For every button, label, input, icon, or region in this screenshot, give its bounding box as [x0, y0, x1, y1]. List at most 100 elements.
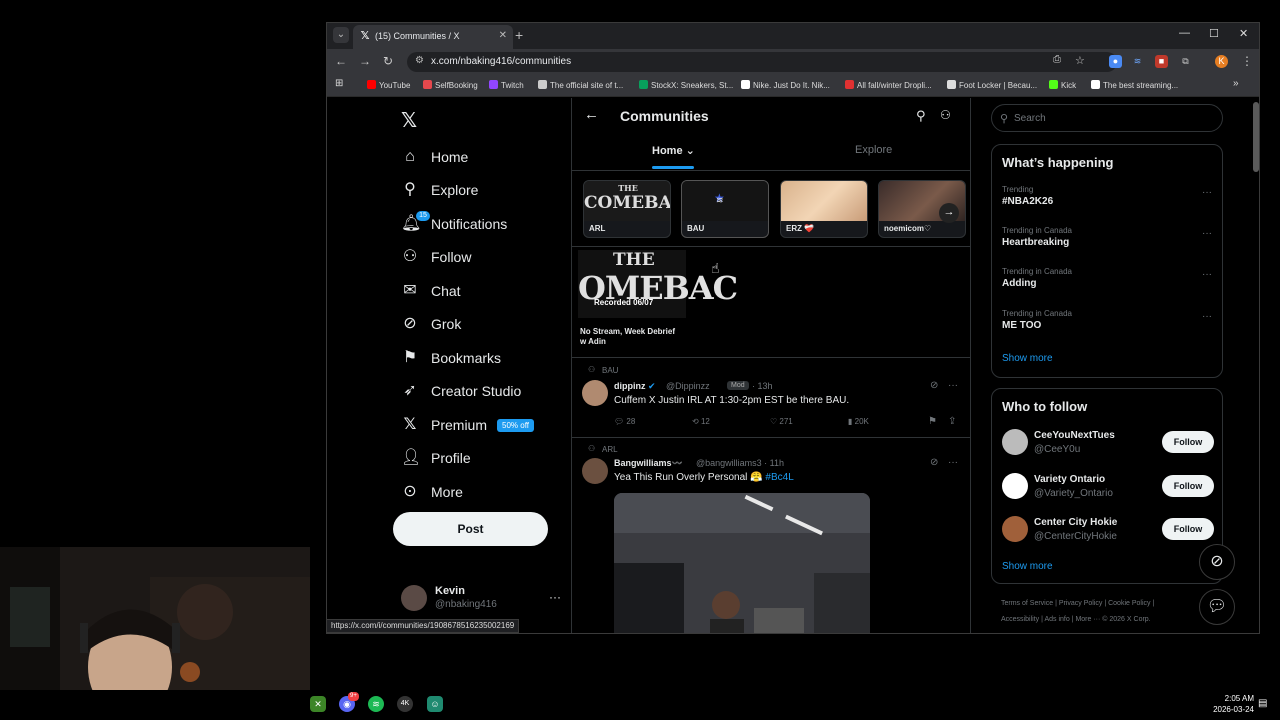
post-author-handle[interactable]: @Dippinzz: [666, 381, 710, 391]
community-card-arl[interactable]: THE COMEBACK ARL: [583, 180, 671, 238]
footer-links[interactable]: Accessibility | Ads info | More ··· © 20…: [1001, 616, 1151, 623]
show-more-link[interactable]: Show more: [1002, 561, 1053, 572]
reply-button[interactable]: 💬︎ 28: [614, 417, 635, 426]
more-dots-icon[interactable]: ···: [948, 380, 958, 391]
forward-arrow-icon[interactable]: →: [359, 54, 371, 68]
more-dots-icon[interactable]: ···: [1202, 228, 1212, 239]
post-button[interactable]: Post: [393, 512, 548, 546]
nav-premium[interactable]: 𝕏 Premium 50% off: [401, 413, 534, 437]
show-more-link[interactable]: Show more: [1002, 353, 1053, 364]
app-4k-icon[interactable]: 4K: [397, 696, 413, 712]
post-community[interactable]: ARL: [602, 445, 618, 454]
follow-button[interactable]: Follow: [1162, 518, 1214, 540]
scrollbar-thumb[interactable]: [1253, 102, 1259, 172]
follow-button[interactable]: Follow: [1162, 431, 1214, 453]
people-icon[interactable]: ⚇: [940, 108, 951, 122]
bookmark-streaming[interactable]: The best streaming...: [1091, 80, 1178, 90]
reload-icon[interactable]: ↻: [383, 54, 393, 68]
bookmark-fall-winter[interactable]: All fall/winter Dropli...: [845, 80, 932, 90]
repost-button[interactable]: ⟲ 12: [692, 417, 710, 426]
trend-item[interactable]: Trending in Canada ME TOO ···: [1002, 309, 1212, 331]
post-media-image[interactable]: [614, 493, 870, 633]
post[interactable]: ⚇ BAU dippinz ✔ @Dippinzz Mod · 13h ⊘ ··…: [572, 358, 970, 436]
scrollbar[interactable]: [1253, 100, 1259, 630]
post-time[interactable]: · 13h: [752, 381, 773, 391]
profile-avatar-icon[interactable]: K: [1215, 55, 1228, 68]
more-bookmarks-icon[interactable]: »: [1233, 78, 1239, 89]
bookmark-official-site[interactable]: The official site of t...: [538, 80, 623, 90]
notification-center-icon[interactable]: ▤: [1258, 698, 1267, 709]
community-card-bau[interactable]: ★ ≋ BAU: [681, 180, 769, 238]
minimize-icon[interactable]: —: [1179, 27, 1190, 39]
extension-badge-icon[interactable]: ■: [1155, 55, 1168, 68]
nav-notifications[interactable]: 🔔︎ 15 Notifications: [401, 211, 507, 236]
avatar[interactable]: [582, 458, 608, 484]
like-button[interactable]: ♡ 271: [770, 417, 793, 426]
app-icon[interactable]: ☺: [427, 696, 443, 712]
extension-wave-icon[interactable]: ≋: [1131, 55, 1144, 68]
x-logo-icon[interactable]: 𝕏: [401, 108, 417, 133]
bookmark-nike[interactable]: Nike. Just Do It. Nik...: [741, 80, 830, 90]
trend-item[interactable]: Trending in Canada Heartbreaking ···: [1002, 226, 1212, 248]
views-button[interactable]: ▮ 20K: [848, 417, 869, 426]
scroll-right-arrow-icon[interactable]: →: [939, 203, 959, 223]
extensions-puzzle-icon[interactable]: ⧉: [1179, 55, 1192, 68]
nav-profile[interactable]: 👤︎ Profile: [401, 446, 471, 470]
chat-fab-icon[interactable]: 💬︎: [1199, 589, 1235, 625]
system-clock[interactable]: 2:05 AM 2026-03-24: [1206, 693, 1254, 715]
recorded-space-card[interactable]: THE OMEBAC Recorded 06/07 No Stream, Wee…: [578, 250, 738, 350]
follow-suggestion[interactable]: Variety Ontario @Variety_Ontario Follow: [1002, 471, 1214, 505]
post[interactable]: ⚇ ARL Bangwilliams〰️ @bangwilliams3 · 11…: [572, 438, 970, 633]
community-card-erz[interactable]: ERZ ❤️‍🩹: [780, 180, 868, 238]
follow-button[interactable]: Follow: [1162, 475, 1214, 497]
back-arrow-icon[interactable]: ←: [335, 54, 347, 68]
xbox-icon[interactable]: ✕: [310, 696, 326, 712]
bookmark-star-icon[interactable]: ☆: [1075, 54, 1085, 67]
new-tab-icon[interactable]: +: [515, 27, 523, 43]
bookmark-icon[interactable]: ⚑: [928, 416, 937, 427]
more-dots-icon[interactable]: ···: [948, 457, 958, 468]
grok-fab-icon[interactable]: ⊘: [1199, 544, 1235, 580]
grok-icon[interactable]: ⊘: [930, 457, 938, 468]
avatar[interactable]: [582, 380, 608, 406]
more-dots-icon[interactable]: ···: [1202, 311, 1212, 322]
follow-suggestion[interactable]: Center City Hokie @CenterCityHokie Follo…: [1002, 514, 1214, 548]
grok-icon[interactable]: ⊘: [930, 380, 938, 391]
bookmark-foot-locker[interactable]: Foot Locker | Becau...: [947, 80, 1037, 90]
browser-tab[interactable]: 𝕏 (15) Communities / X ✕: [353, 25, 513, 49]
post-author-handle[interactable]: @bangwilliams3 · 11h: [696, 458, 784, 468]
share-icon[interactable]: ⇪: [948, 416, 956, 427]
address-bar[interactable]: ⚙ x.com/nbaking416/communities: [407, 52, 1117, 72]
trend-item[interactable]: Trending in Canada Adding ···: [1002, 267, 1212, 289]
hashtag-link[interactable]: #Bc4L: [765, 472, 793, 483]
nav-more[interactable]: ⊙ More: [401, 480, 463, 504]
nav-grok[interactable]: ⊘ Grok: [401, 312, 461, 336]
bookmark-stockx[interactable]: StockX: Sneakers, St...: [639, 80, 733, 90]
site-info-icon[interactable]: ⚙: [415, 55, 424, 66]
extension-icon[interactable]: ●: [1109, 55, 1122, 68]
follow-suggestion[interactable]: CeeYouNextTues @CeeY0u Follow: [1002, 427, 1214, 461]
post-author-name[interactable]: Bangwilliams〰️: [614, 458, 683, 469]
tab-search-icon[interactable]: ⌄: [333, 27, 349, 43]
trend-item[interactable]: Trending #NBA2K26 ···: [1002, 185, 1212, 207]
bookmark-youtube[interactable]: YouTube: [367, 80, 410, 90]
account-switcher[interactable]: Kevin @nbaking416 ···: [401, 582, 561, 614]
maximize-icon[interactable]: ☐: [1209, 27, 1219, 40]
bookmark-twitch[interactable]: Twitch: [489, 80, 524, 90]
more-dots-icon[interactable]: ···: [1202, 187, 1212, 198]
install-app-icon[interactable]: ⎙: [1053, 54, 1061, 65]
footer-links[interactable]: Terms of Service | Privacy Policy | Cook…: [1001, 600, 1154, 607]
close-window-icon[interactable]: ✕: [1239, 27, 1248, 40]
tab-home[interactable]: Home ⌄: [652, 144, 695, 157]
nav-chat[interactable]: ✉ Chat: [401, 279, 460, 303]
bookmark-kick[interactable]: Kick: [1049, 80, 1076, 90]
nav-creator-studio[interactable]: ➶ Creator Studio: [401, 379, 521, 403]
tab-explore[interactable]: Explore: [855, 144, 892, 156]
nav-bookmarks[interactable]: ⚑ Bookmarks: [401, 346, 501, 370]
bookmark-selfbooking[interactable]: SelfBooking: [423, 80, 478, 90]
back-arrow-icon[interactable]: ←: [584, 106, 599, 123]
post-author-name[interactable]: dippinz ✔: [614, 381, 656, 392]
search-input[interactable]: ⚲ Search: [991, 104, 1223, 132]
browser-menu-icon[interactable]: ⋮: [1241, 54, 1253, 68]
post-community[interactable]: BAU: [602, 366, 618, 375]
